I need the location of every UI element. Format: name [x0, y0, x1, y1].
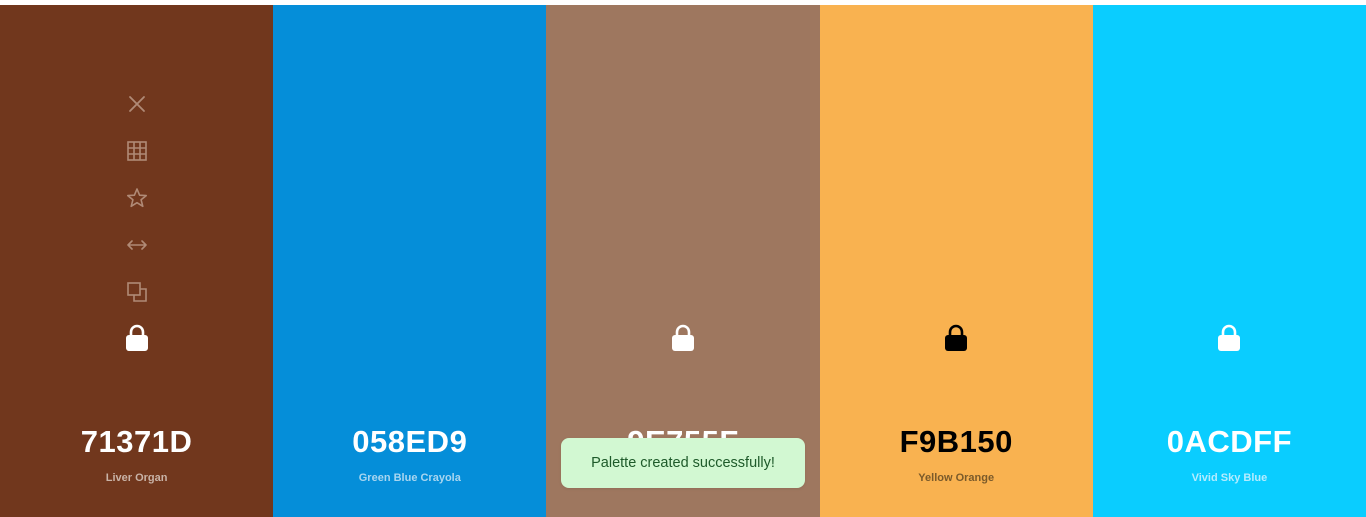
- grid-icon[interactable]: [120, 134, 154, 168]
- column-toolbar: [0, 87, 273, 322]
- color-column-5[interactable]: 0ACDFF Vivid Sky Blue: [1092, 5, 1366, 517]
- color-name: Vivid Sky Blue: [1191, 472, 1268, 484]
- success-toast: Palette created successfully!: [561, 438, 805, 488]
- color-column-4[interactable]: F9B150 Yellow Orange: [819, 5, 1093, 517]
- drag-horizontal-icon[interactable]: [120, 228, 154, 262]
- color-name: Liver Organ: [105, 472, 168, 484]
- color-column-1[interactable]: 71371D Liver Organ: [0, 5, 274, 517]
- hex-code[interactable]: 058ED9: [273, 424, 546, 460]
- star-icon[interactable]: [120, 181, 154, 215]
- lock-icon[interactable]: [941, 321, 971, 355]
- hex-code[interactable]: F9B150: [820, 424, 1093, 460]
- hex-code[interactable]: 71371D: [0, 424, 273, 460]
- close-icon[interactable]: [120, 87, 154, 121]
- color-name: Yellow Orange: [918, 472, 995, 484]
- color-name: Green Blue Crayola: [358, 472, 461, 484]
- lock-icon[interactable]: [1214, 321, 1244, 355]
- copy-icon[interactable]: [120, 275, 154, 309]
- hex-code[interactable]: 0ACDFF: [1093, 424, 1366, 460]
- lock-icon[interactable]: [668, 321, 698, 355]
- lock-icon[interactable]: [122, 321, 152, 355]
- color-column-2[interactable]: 058ED9 Green Blue Crayola: [273, 5, 547, 517]
